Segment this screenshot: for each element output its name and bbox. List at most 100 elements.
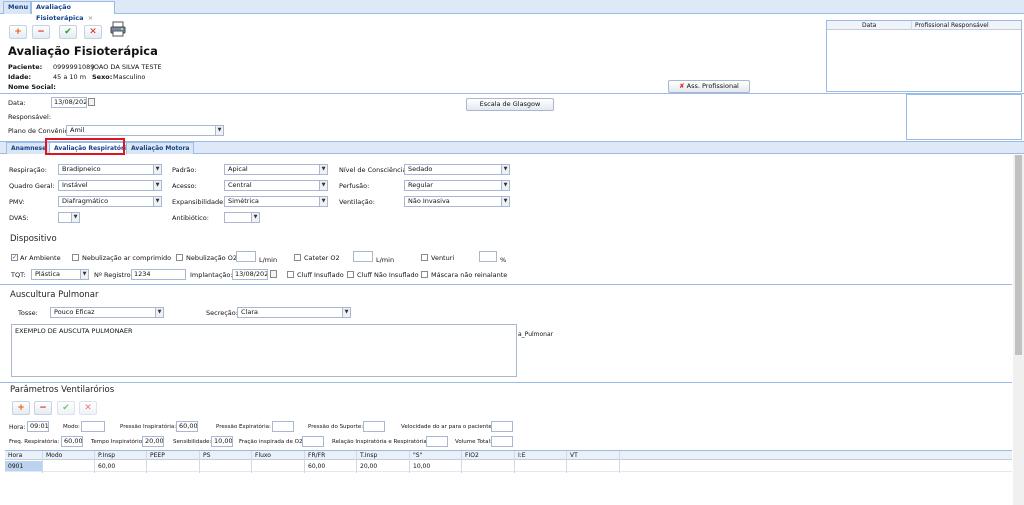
nebul-o2-input[interactable] [236, 251, 256, 262]
scrollbar[interactable] [1013, 155, 1024, 505]
tqt-select[interactable]: Plástica ▼ [31, 269, 89, 280]
pexp-input[interactable] [272, 421, 294, 432]
cluff-insuflado-label: Cluff Insuflado [297, 271, 344, 279]
velocidade-input[interactable] [491, 421, 513, 432]
pexp-label: Pressão Expiratória: [216, 424, 271, 430]
volume-label: Volume Total: [455, 439, 492, 445]
antibiotico-label: Antibiótico: [172, 214, 209, 222]
signature-icon: ✘ [679, 82, 685, 90]
calendar-icon[interactable] [88, 98, 95, 106]
chevron-down-icon: ▼ [501, 181, 509, 190]
grid-col-modo: Modo [46, 452, 63, 459]
dvas-select[interactable]: ▼ [58, 212, 80, 223]
ausculta-title: Auscultura Pulmonar [10, 290, 99, 300]
confirm-button[interactable]: ✔ [59, 25, 77, 39]
registro-label: Nº Registro: [94, 271, 133, 279]
psup-label: Pressão do Suporte: [308, 424, 364, 430]
ar-ambiente-checkbox[interactable]: ✓ [11, 254, 18, 261]
chevron-down-icon: ▼ [319, 197, 327, 206]
remove-button[interactable]: − [32, 25, 50, 39]
respiracao-label: Respiração: [9, 166, 47, 174]
cancel-param-button[interactable]: ✕ [79, 401, 97, 415]
sens-input[interactable]: 10,00 [211, 436, 233, 447]
plan-select[interactable]: Amil ▼ [66, 125, 224, 136]
nebul-ar-checkbox[interactable] [72, 254, 79, 261]
implantacao-input[interactable]: 13/08/202 [232, 269, 268, 280]
chevron-down-icon: ▼ [501, 165, 509, 174]
confirm-param-button[interactable]: ✔ [57, 401, 75, 415]
consciencia-label: Nível de Consciência: [339, 166, 409, 174]
psup-input[interactable] [363, 421, 385, 432]
tab-avaliacao-motora[interactable]: Avaliação Motora [126, 142, 195, 154]
registro-input[interactable]: 1234 [131, 269, 186, 280]
print-icon[interactable] [110, 21, 126, 37]
table-row[interactable]: 0901 60,00 60,00 20,00 10,00 [5, 461, 1012, 472]
row-hora: 0901 [8, 463, 24, 470]
pinsp-input[interactable]: 60,00 [176, 421, 198, 432]
secrecao-label: Secreção: [206, 309, 238, 317]
cluff-nao-checkbox[interactable] [347, 271, 354, 278]
close-tab-icon[interactable]: × [88, 14, 93, 22]
cateter-checkbox[interactable] [294, 254, 301, 261]
antibiotico-select[interactable]: ▼ [224, 212, 260, 223]
remove-param-button[interactable]: − [34, 401, 52, 415]
quadro-select[interactable]: Instável ▼ [58, 180, 162, 191]
tosse-label: Tosse: [18, 309, 38, 317]
perfusao-label: Perfusão: [339, 182, 370, 190]
fio2-label: Fração inspirada de O2: [239, 439, 305, 445]
respiracao-select[interactable]: Bradipneico ▼ [58, 164, 162, 175]
tab-avaliacao-fisioterapica[interactable]: Avaliação Fisioterápica × [31, 1, 115, 22]
top-tab-bar: Menu Avaliação Fisioterápica × [0, 0, 1024, 22]
tab-menu[interactable]: Menu [3, 1, 31, 14]
mascara-label: Máscara não reinalante [431, 271, 508, 279]
venturi-input[interactable] [479, 251, 497, 262]
cancel-button[interactable]: ✕ [84, 25, 102, 39]
fio2-input[interactable] [302, 436, 324, 447]
grid-col-ps: PS [203, 452, 211, 459]
age-value: 45 a 10 m [53, 73, 87, 81]
tinsp-input[interactable]: 20,00 [142, 436, 164, 447]
ass-profissional-button[interactable]: ✘ Ass. Profissional [668, 80, 750, 93]
chevron-down-icon: ▼ [71, 213, 79, 222]
modo-input[interactable] [81, 421, 105, 432]
mascara-checkbox[interactable] [421, 271, 428, 278]
calendar-icon[interactable] [270, 270, 277, 278]
chevron-down-icon: ▼ [153, 181, 161, 190]
tinsp-label: Tempo Inspiratório: [91, 439, 144, 445]
venturi-checkbox[interactable] [421, 254, 428, 261]
relacao-input[interactable] [426, 436, 448, 447]
secrecao-select[interactable]: Clara ▼ [237, 307, 351, 318]
date-input[interactable]: 13/08/202 [51, 97, 87, 108]
chevron-down-icon: ▼ [155, 308, 163, 317]
nebul-ar-label: Nebulização ar comprimido [82, 254, 172, 262]
hora-input[interactable]: 09:01 [27, 421, 49, 432]
nebul-o2-checkbox[interactable] [176, 254, 183, 261]
consciencia-select[interactable]: Sedado ▼ [404, 164, 510, 175]
expansibilidade-select[interactable]: Simétrica ▼ [224, 196, 328, 207]
add-param-button[interactable]: + [12, 401, 30, 415]
freq-input[interactable]: 60,00 [61, 436, 83, 447]
padrao-select[interactable]: Apical ▼ [224, 164, 328, 175]
glasgow-button[interactable]: Escala de Glasgow [466, 98, 554, 111]
chevron-down-icon: ▼ [215, 126, 223, 135]
acesso-select[interactable]: Central ▼ [224, 180, 328, 191]
ventilacao-select[interactable]: Não Invasiva ▼ [404, 196, 510, 207]
tosse-select[interactable]: Pouco Eficaz ▼ [50, 307, 164, 318]
sens-label: Sensibilidade: [173, 439, 212, 445]
percent-label: % [500, 256, 507, 264]
grid-col-frfr: FR/FR [308, 452, 326, 459]
grid-col-hora: Hora [8, 452, 23, 459]
secrecao-value: Clara [241, 308, 258, 316]
cluff-insuflado-checkbox[interactable] [287, 271, 294, 278]
cateter-input[interactable] [353, 251, 373, 262]
pmv-select[interactable]: Diafragmático ▼ [58, 196, 162, 207]
ass-profissional-label: Ass. Profissional [686, 82, 739, 90]
expansibilidade-value: Simétrica [228, 197, 259, 205]
add-button[interactable]: + [9, 25, 27, 39]
volume-input[interactable] [491, 436, 513, 447]
perfusao-select[interactable]: Regular ▼ [404, 180, 510, 191]
chevron-down-icon: ▼ [319, 181, 327, 190]
ausculta-textarea[interactable]: EXEMPLO DE AUSCUTA PULMONAER [11, 324, 517, 377]
scrollbar-thumb[interactable] [1015, 155, 1022, 355]
ar-ambiente-label: Ar Ambiente [20, 254, 61, 262]
